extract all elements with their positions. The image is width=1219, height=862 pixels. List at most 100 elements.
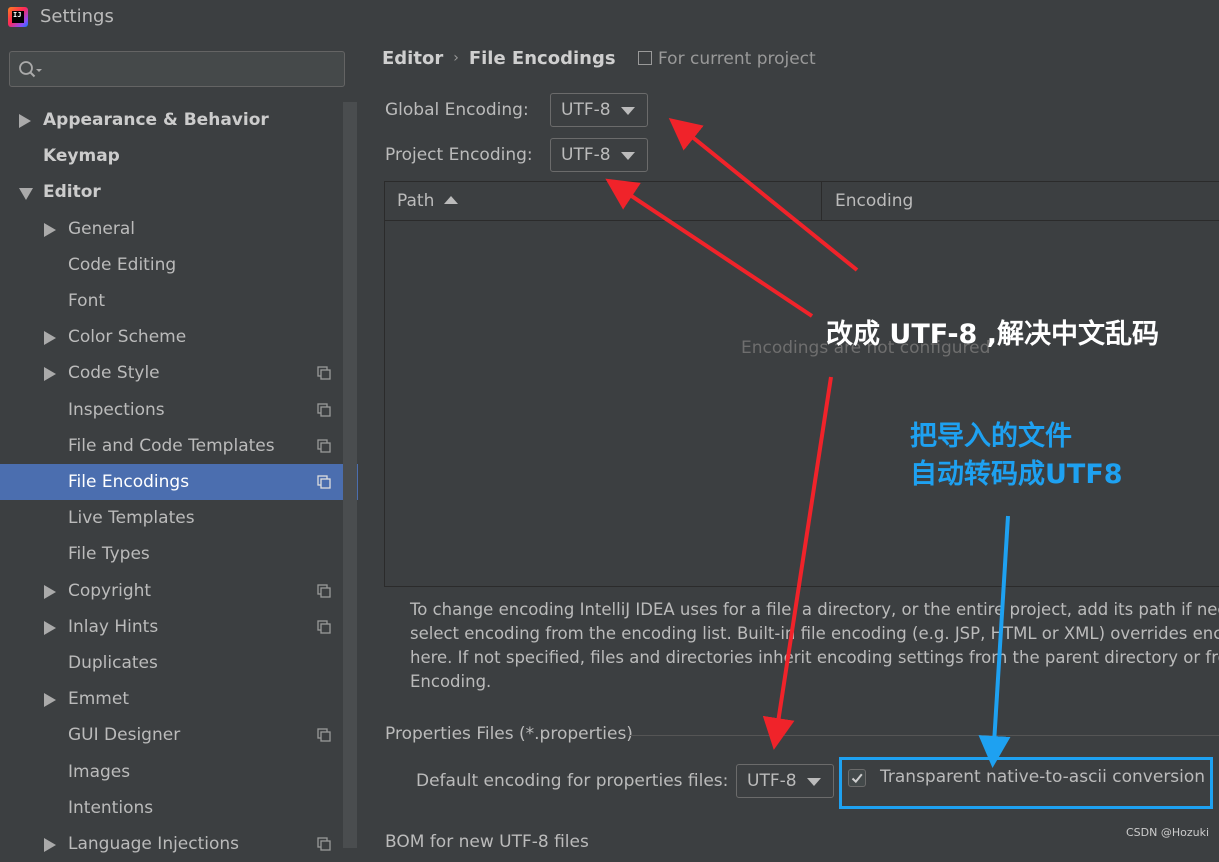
project-encoding-select[interactable]: UTF-8	[550, 138, 648, 172]
sidebar-item-label: Inlay Hints	[68, 616, 159, 637]
column-header-path[interactable]: Path	[397, 182, 459, 220]
watermark: CSDN @Hozuki	[1126, 826, 1210, 839]
sidebar-item-label: Appearance & Behavior	[43, 110, 269, 130]
sidebar-item-images[interactable]: Images	[0, 754, 358, 790]
default-properties-encoding-label: Default encoding for properties files:	[416, 771, 729, 791]
sidebar-item-label: File and Code Templates	[68, 435, 275, 456]
breadcrumb-parent[interactable]: Editor	[382, 48, 443, 69]
sidebar-item-label: General	[68, 218, 135, 239]
scope-label: For current project	[658, 49, 816, 69]
project-scope-copy-icon	[317, 728, 331, 743]
sidebar-item-color-scheme[interactable]: Color Scheme	[0, 319, 358, 355]
expand-right-icon[interactable]	[19, 114, 31, 128]
sidebar-item-gui-designer[interactable]: GUI Designer	[0, 717, 358, 753]
project-scope-copy-icon	[317, 837, 331, 851]
sidebar-item-label: Code Editing	[68, 254, 177, 275]
description-line: here. If not specified, files and direct…	[410, 648, 1219, 667]
column-header-encoding[interactable]: Encoding	[835, 182, 913, 220]
sidebar-scrollbar[interactable]	[343, 102, 357, 848]
sidebar-item-label: Copyright	[68, 580, 152, 601]
sidebar-item-file-and-code-templates[interactable]: File and Code Templates	[0, 428, 358, 464]
sidebar-item-keymap[interactable]: Keymap	[0, 138, 358, 174]
project-encoding-value: UTF-8	[561, 145, 611, 165]
project-scope-copy-icon	[317, 620, 331, 634]
sidebar-item-label: File Encodings	[68, 472, 190, 492]
expand-right-icon[interactable]	[44, 331, 56, 346]
sidebar-item-label: Emmet	[68, 689, 129, 710]
description-line: select encoding from the encoding list. …	[410, 624, 1219, 643]
blue-annotation-text: 把导入的文件 自动转码成UTF8	[910, 418, 1123, 494]
search-field[interactable]	[9, 51, 345, 87]
global-encoding-select[interactable]: UTF-8	[550, 93, 648, 127]
sidebar-item-label: Duplicates	[68, 653, 158, 673]
settings-sidebar: Appearance & Behavior Keymap Editor General…	[0, 36, 358, 854]
expand-right-icon[interactable]	[44, 620, 56, 635]
sidebar-item-label: Font	[68, 291, 106, 311]
expand-right-icon[interactable]	[44, 222, 56, 237]
sidebar-item-copyright[interactable]: Copyright	[0, 573, 358, 609]
intellij-logo-icon: IJ	[8, 7, 28, 27]
sidebar-item-label: Live Templates	[68, 508, 195, 529]
sidebar-item-duplicates[interactable]: Duplicates	[0, 645, 358, 681]
expand-down-icon[interactable]	[19, 188, 33, 201]
sidebar-item-label: Inspections	[68, 399, 165, 420]
description-line: Encoding.	[410, 672, 492, 691]
sidebar-item-label: Color Scheme	[68, 327, 187, 348]
project-scope-copy-icon	[317, 402, 331, 417]
expand-right-icon[interactable]	[44, 838, 56, 852]
sidebar-item-inlay-hints[interactable]: Inlay Hints	[0, 609, 358, 645]
logo-text: IJ	[13, 11, 22, 19]
search-icon[interactable]	[18, 60, 42, 80]
sidebar-item-font[interactable]: Font	[0, 283, 358, 319]
expand-right-icon[interactable]	[44, 693, 56, 708]
project-scope-copy-icon	[317, 366, 331, 381]
blue-annotation-line: 把导入的文件	[910, 421, 1072, 452]
sidebar-item-file-types[interactable]: File Types	[0, 536, 358, 572]
expand-right-icon[interactable]	[44, 584, 56, 599]
bom-label: BOM for new UTF-8 files	[385, 832, 589, 852]
sidebar-item-label: Code Style	[68, 363, 160, 384]
encoding-description: To change encoding IntelliJ IDEA uses fo…	[410, 598, 1219, 694]
chevron-down-icon	[621, 152, 635, 160]
project-scope-copy-icon	[317, 475, 331, 489]
window-title: Settings	[40, 6, 114, 27]
sidebar-item-file-encodings[interactable]: File Encodings	[0, 464, 358, 500]
description-line: To change encoding IntelliJ IDEA uses fo…	[410, 600, 1219, 619]
encodings-table[interactable]: Path Encoding Encodings are not configur…	[384, 181, 1219, 587]
sidebar-item-label: GUI Designer	[68, 725, 181, 746]
column-divider[interactable]	[821, 182, 822, 220]
sidebar-item-code-editing[interactable]: Code Editing	[0, 247, 358, 283]
global-encoding-label: Global Encoding:	[385, 100, 529, 120]
title-bar: IJ Settings	[0, 0, 1219, 36]
section-divider	[630, 735, 1219, 736]
sidebar-item-editor[interactable]: Editor	[0, 174, 358, 210]
properties-section-title: Properties Files (*.properties)	[385, 724, 633, 744]
project-scope-copy-icon	[317, 439, 331, 453]
expand-right-icon[interactable]	[44, 367, 56, 382]
table-header: Path Encoding	[385, 182, 1219, 221]
properties-encoding-select[interactable]: UTF-8	[736, 764, 834, 798]
sidebar-item-language-injections[interactable]: Language Injections	[0, 826, 358, 862]
sidebar-item-label: Intentions	[68, 797, 154, 818]
sidebar-item-live-templates[interactable]: Live Templates	[0, 500, 358, 536]
sidebar-item-emmet[interactable]: Emmet	[0, 681, 358, 717]
sidebar-item-code-style[interactable]: Code Style	[0, 355, 358, 391]
sidebar-item-general[interactable]: General	[0, 211, 358, 247]
blue-annotation-line: 自动转码成UTF8	[910, 459, 1123, 490]
sidebar-item-intentions[interactable]: Intentions	[0, 790, 358, 826]
search-input[interactable]	[54, 58, 338, 82]
sidebar-item-label: Keymap	[43, 146, 120, 167]
sidebar-item-inspections[interactable]: Inspections	[0, 392, 358, 428]
sidebar-item-appearance-behavior[interactable]: Appearance & Behavior	[0, 102, 358, 138]
chevron-down-icon	[621, 107, 635, 115]
project-scope-copy-icon	[317, 583, 331, 598]
breadcrumb-current: File Encodings	[468, 48, 616, 69]
sidebar-item-label: File Types	[68, 544, 150, 565]
sidebar-item-label: Images	[68, 761, 131, 782]
sidebar-item-label: Editor	[43, 182, 101, 203]
native-to-ascii-highlight	[839, 757, 1213, 809]
breadcrumb-separator: ›	[453, 50, 459, 66]
project-scope-hint: For current project	[638, 49, 816, 69]
sort-ascending-icon	[444, 196, 459, 204]
properties-encoding-value: UTF-8	[747, 771, 797, 791]
